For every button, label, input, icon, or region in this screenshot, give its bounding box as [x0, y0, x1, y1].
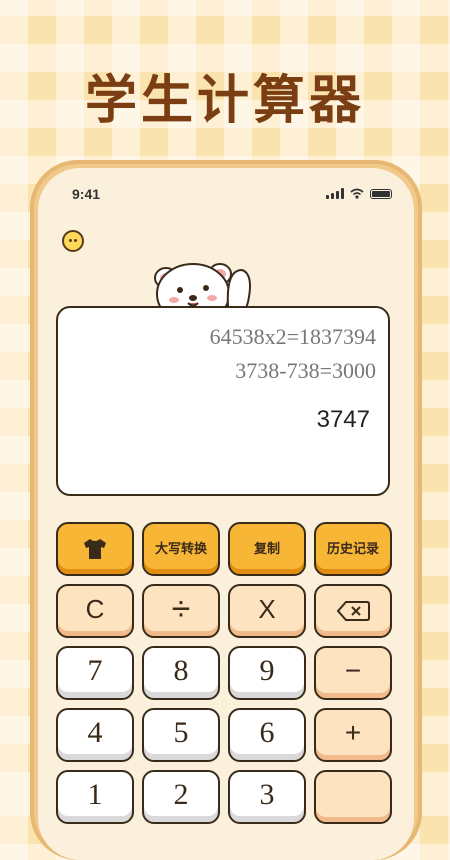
key-4-label: 4 [87, 716, 103, 749]
status-bar: 9:41 [38, 186, 414, 206]
backspace-icon [336, 601, 370, 621]
key-9-label: 9 [259, 654, 275, 687]
key-1[interactable]: 1 [56, 770, 134, 824]
multiply-button[interactable]: X [228, 584, 306, 638]
key-2[interactable]: 2 [142, 770, 220, 824]
key-3[interactable]: 3 [228, 770, 306, 824]
history-line: 3738-738=3000 [235, 358, 376, 383]
status-time: 9:41 [72, 186, 101, 202]
key-9[interactable]: 9 [228, 646, 306, 700]
history-button[interactable]: 历史记录 [314, 522, 392, 576]
key-5-label: 5 [173, 716, 189, 749]
phone-frame: 9:41 64538x2=1837394 3738-738=3000 3747 … [30, 160, 422, 860]
backspace-button[interactable] [314, 584, 392, 638]
uppercase-convert-label: 大写转换 [154, 541, 207, 557]
signal-icon [326, 188, 344, 199]
minus-button[interactable]: − [314, 646, 392, 700]
promo-title: 学生计算器 [84, 71, 365, 131]
theme-button[interactable] [56, 522, 134, 576]
plus-label: + [344, 717, 362, 748]
current-value: 3747 [316, 406, 370, 433]
key-7-label: 7 [87, 654, 103, 687]
minus-label: − [344, 655, 362, 686]
clear-button[interactable]: C [56, 584, 134, 638]
divide-label: ÷ [171, 589, 191, 628]
status-icons [326, 188, 392, 199]
app-screen: 9:41 64538x2=1837394 3738-738=3000 3747 … [38, 168, 414, 860]
key-7[interactable]: 7 [56, 646, 134, 700]
divide-button[interactable]: ÷ [142, 584, 220, 638]
clear-label: C [85, 593, 105, 624]
key-6-label: 6 [259, 716, 275, 749]
copy-button[interactable]: 复制 [228, 522, 306, 576]
equals-button[interactable] [314, 770, 392, 824]
key-8[interactable]: 8 [142, 646, 220, 700]
uppercase-convert-button[interactable]: 大写转换 [142, 522, 220, 576]
battery-icon [370, 188, 392, 199]
plus-button[interactable]: + [314, 708, 392, 762]
key-3-label: 3 [259, 778, 275, 811]
shirt-icon [84, 539, 106, 559]
key-2-label: 2 [173, 778, 189, 811]
key-6[interactable]: 6 [228, 708, 306, 762]
emoji-face-icon[interactable] [62, 230, 84, 252]
history-line: 64538x2=1837394 [209, 324, 376, 349]
key-4[interactable]: 4 [56, 708, 134, 762]
copy-label: 复制 [253, 541, 280, 557]
key-5[interactable]: 5 [142, 708, 220, 762]
calculator-display: 64538x2=1837394 3738-738=3000 3747 [56, 306, 390, 496]
wifi-icon [350, 188, 364, 199]
multiply-label: X [258, 593, 276, 624]
history-label: 历史记录 [326, 541, 379, 557]
key-8-label: 8 [173, 654, 189, 687]
key-1-label: 1 [87, 778, 103, 811]
